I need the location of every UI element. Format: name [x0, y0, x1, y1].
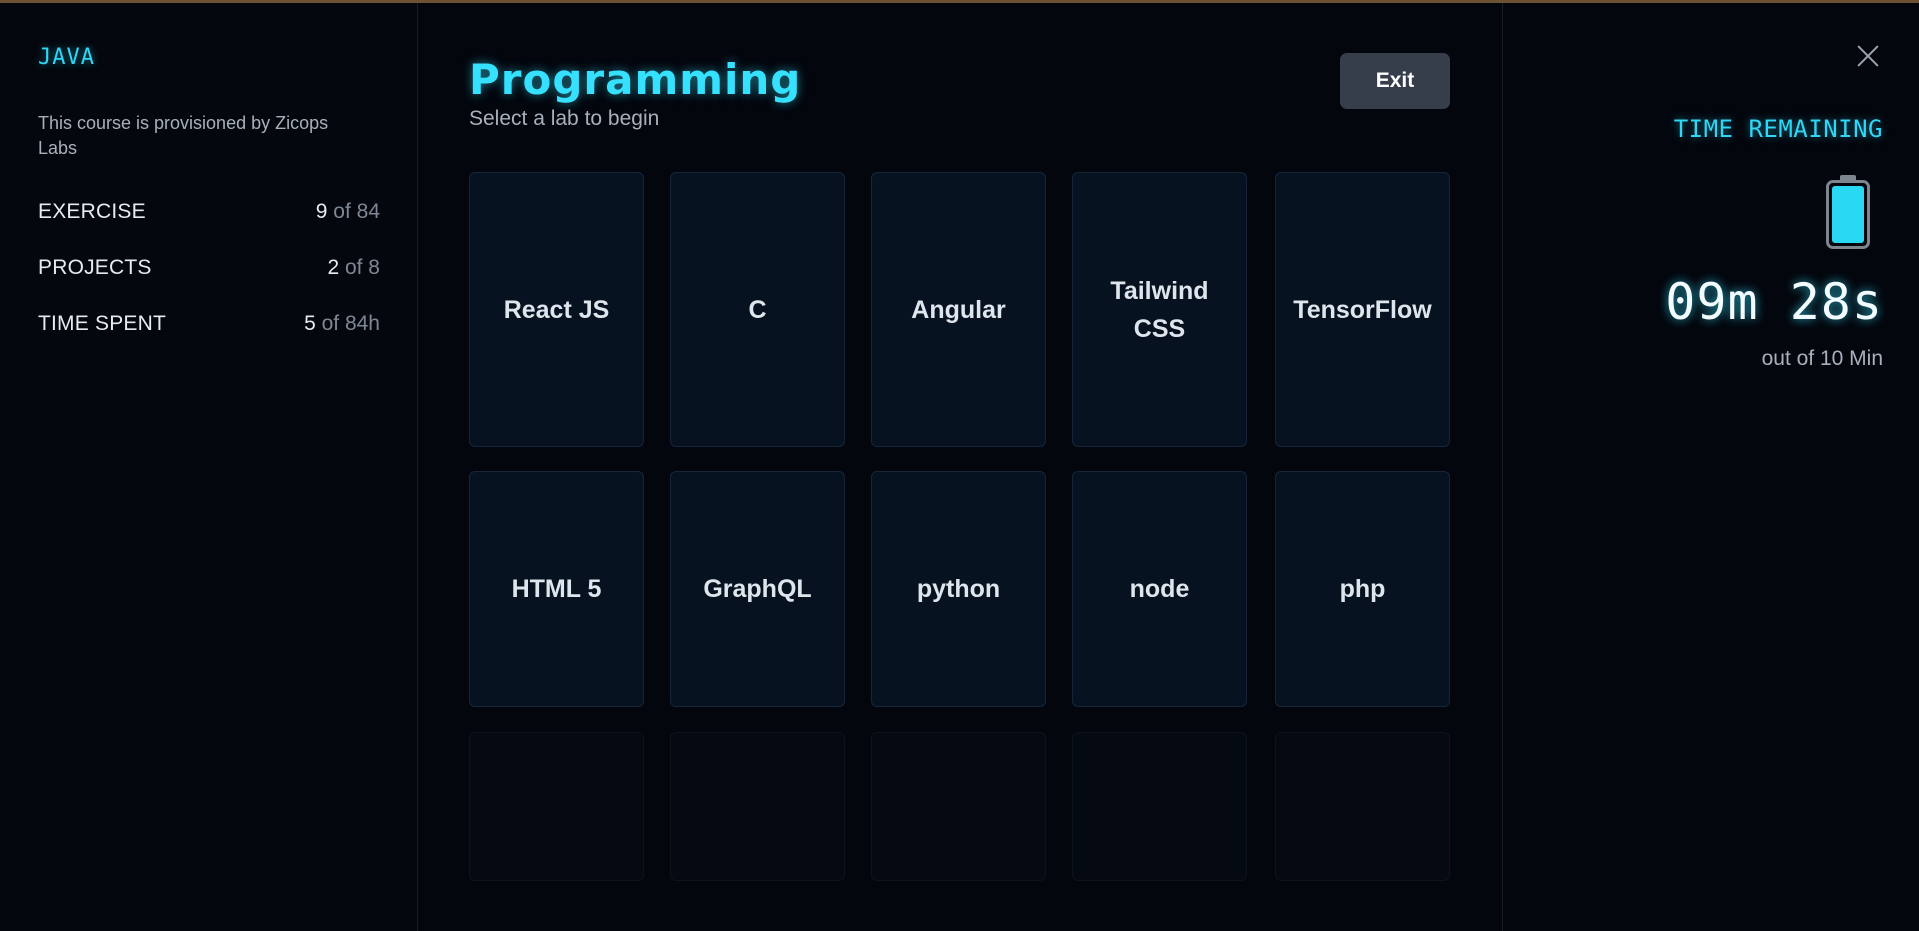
lab-selection-panel: Programming Select a lab to begin Exit R… [419, 3, 1501, 931]
stat-value: 5 of 84h [304, 312, 380, 335]
time-remaining-value: 09m 28s [1665, 273, 1883, 331]
battery-icon [1826, 175, 1870, 249]
lab-card-html-5[interactable]: HTML 5 [469, 471, 644, 707]
course-sidebar: JAVA This course is provisioned by Zicop… [0, 3, 418, 931]
lab-card-placeholder [1275, 732, 1450, 881]
stat-value: 9 of 84 [315, 200, 380, 223]
course-description: This course is provisioned by Zicops Lab… [38, 113, 329, 158]
lab-card-tensorflow[interactable]: TensorFlow [1275, 172, 1450, 447]
lab-card-placeholder [871, 732, 1046, 881]
close-icon[interactable] [1854, 42, 1882, 70]
exit-button[interactable]: Exit [1340, 53, 1450, 109]
time-limit-text: out of 10 Min [1761, 347, 1883, 370]
timer-panel: TIME REMAINING 09m 28s out of 10 Min [1502, 3, 1919, 931]
time-remaining-label: TIME REMAINING [1673, 115, 1883, 143]
lab-card-php[interactable]: php [1275, 471, 1450, 707]
stat-label: EXERCISE [38, 200, 146, 223]
stat-label: TIME SPENT [38, 312, 167, 335]
lab-card-python[interactable]: python [871, 471, 1046, 707]
stat-label: PROJECTS [38, 256, 152, 279]
stat-projects: PROJECTS 2 of 8 [38, 253, 380, 283]
course-title: JAVA [38, 45, 95, 70]
stat-value: 2 of 8 [327, 256, 380, 279]
stat-exercise: EXERCISE 9 of 84 [38, 197, 380, 227]
lab-card-placeholder [469, 732, 644, 881]
lab-card-tailwind-css[interactable]: Tailwind CSS [1072, 172, 1247, 447]
lab-card-placeholder [1072, 732, 1247, 881]
lab-card-node[interactable]: node [1072, 471, 1247, 707]
lab-card-angular[interactable]: Angular [871, 172, 1046, 447]
lab-card-placeholder [670, 732, 845, 881]
page-title: Programming [469, 55, 802, 104]
lab-card-c[interactable]: C [670, 172, 845, 447]
lab-card-react-js[interactable]: React JS [469, 172, 644, 447]
page-subtitle: Select a lab to begin [469, 107, 660, 130]
lab-card-graphql[interactable]: GraphQL [670, 471, 845, 707]
stat-time-spent: TIME SPENT 5 of 84h [38, 309, 380, 339]
